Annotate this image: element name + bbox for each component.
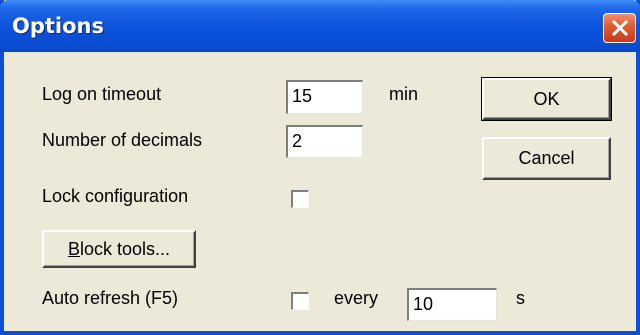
log-on-timeout-unit: min	[389, 84, 419, 104]
title-bar[interactable]: Options	[0, 0, 640, 52]
auto-refresh-every-label: every	[334, 288, 379, 308]
lock-configuration-label: Lock configuration	[42, 186, 189, 206]
log-on-timeout-label: Log on timeout	[42, 84, 162, 104]
close-button[interactable]	[603, 13, 636, 43]
number-of-decimals-label: Number of decimals	[42, 130, 203, 150]
lock-configuration-checkbox[interactable]	[291, 190, 309, 208]
block-tools-button[interactable]: Block tools...	[42, 230, 196, 268]
auto-refresh-interval-input[interactable]: 10	[407, 288, 497, 321]
log-on-timeout-input[interactable]: 15	[286, 80, 363, 114]
auto-refresh-checkbox[interactable]	[291, 292, 309, 310]
block-tools-label: lock tools...	[79, 238, 171, 259]
ok-button[interactable]: OK	[481, 77, 612, 121]
cancel-button[interactable]: Cancel	[482, 137, 611, 180]
close-icon	[611, 19, 628, 37]
auto-refresh-unit: s	[516, 288, 525, 308]
auto-refresh-label: Auto refresh (F5)	[42, 288, 179, 308]
block-tools-mnemonic: B	[67, 238, 80, 259]
options-dialog: Options Log on timeout 15 min Number of …	[0, 0, 640, 335]
number-of-decimals-input[interactable]: 2	[286, 125, 363, 158]
window-title: Options	[12, 14, 104, 38]
